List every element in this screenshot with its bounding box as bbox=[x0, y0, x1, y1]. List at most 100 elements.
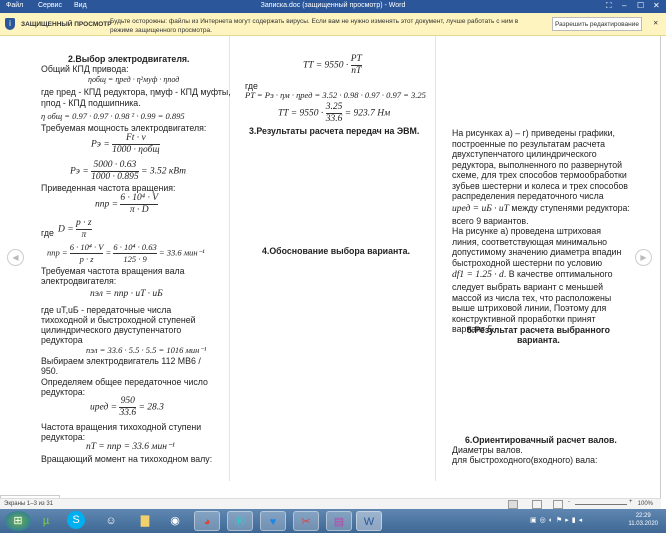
text: ηпод - КПД подшипника. bbox=[41, 98, 141, 108]
minimize-button[interactable]: – bbox=[622, 1, 626, 10]
formula: TT = 9550 · PT nT bbox=[303, 54, 362, 76]
text: электродвигателя: bbox=[41, 276, 117, 286]
steam-icon[interactable]: ◉ bbox=[162, 511, 188, 531]
utorrent-icon[interactable]: µ bbox=[33, 511, 59, 531]
text: Частота вращения тихоходной ступени bbox=[41, 422, 202, 432]
text: цилиндрического двуступенчатого bbox=[41, 325, 182, 335]
app-k-icon[interactable]: Ⓚ bbox=[227, 511, 253, 531]
start-button[interactable]: ⊞ bbox=[5, 511, 31, 531]
formula: ηобщ = ηред · η²муф · ηпод bbox=[88, 75, 180, 84]
skype-icon[interactable]: S bbox=[67, 511, 85, 529]
text: На рисунке а) проведена штриховая bbox=[452, 226, 602, 236]
title-bar: Файл Сервис Вид Записка.doc (защищенный … bbox=[0, 0, 666, 13]
text: Общий КПД привода: bbox=[41, 64, 129, 74]
text: редуктора: bbox=[41, 432, 86, 442]
maximize-button[interactable]: ☐ bbox=[637, 1, 644, 10]
formula: Pэ = Ft · v 1000 · ηобщ bbox=[91, 133, 160, 155]
text: редуктора, выполненного по развернутой bbox=[452, 159, 623, 170]
read-mode-icon[interactable] bbox=[508, 500, 518, 509]
text: uред = uБ · uT между ступенями редуктора… bbox=[452, 202, 630, 214]
heading-4: 4.Обоснование выбора варианта. bbox=[262, 246, 410, 256]
formula: PT = Pэ · ηм · ηред = 3.52 · 0.98 · 0.97… bbox=[245, 90, 426, 100]
chrome-icon[interactable]: ◕ bbox=[194, 511, 220, 531]
formula: nэл = nпр · uT · uБ bbox=[90, 289, 163, 299]
zoom-slider[interactable] bbox=[575, 504, 627, 505]
enable-editing-button[interactable]: Разрешить редактирование bbox=[552, 17, 642, 31]
taskbar: ⊞ µ S ☺ ▇ ◉ ◕ Ⓚ ♥ ✂ ▤ W ▣◎◐⚑▸▮◂ 22:29 11.… bbox=[0, 509, 666, 533]
text: двухступенчатого цилиндрического bbox=[452, 149, 597, 159]
status-bar: Экраны 1–3 из 31 - + 100% bbox=[0, 498, 661, 509]
file-explorer-icon[interactable]: ▇ bbox=[132, 511, 158, 531]
window-title: Записка.doc (защищенный просмотр) - Word bbox=[260, 2, 406, 9]
fullscreen-icon[interactable]: ⛶ bbox=[606, 1, 612, 11]
text: где ηред - КПД редуктора, ηмуф - КПД муф… bbox=[41, 87, 231, 97]
text: схеме, для трех способов термообработки bbox=[452, 170, 627, 180]
close-button[interactable]: ✕ bbox=[653, 1, 660, 10]
page-divider bbox=[229, 36, 230, 481]
text: допустимому значению диаметра впадин bbox=[452, 247, 622, 257]
text: тихоходной и быстроходной ступеней bbox=[41, 315, 196, 325]
text: Требуемая частота вращения вала bbox=[41, 266, 185, 276]
zoom-out-button[interactable]: - bbox=[568, 499, 570, 505]
print-layout-icon[interactable] bbox=[532, 500, 542, 509]
page-divider bbox=[435, 36, 436, 481]
clock[interactable]: 22:29 11.03.2020 bbox=[628, 512, 658, 528]
close-infobar-icon[interactable]: ✕ bbox=[653, 19, 658, 27]
web-layout-icon[interactable] bbox=[553, 500, 563, 509]
date: 11.03.2020 bbox=[628, 521, 658, 527]
text: df1 = 1.25 · d. В качестве оптимального bbox=[452, 269, 613, 280]
zoom-in-button[interactable]: + bbox=[629, 499, 633, 505]
heart-app-icon[interactable]: ♥ bbox=[260, 511, 286, 531]
formula: uред = 950 33.6 = 28.3 bbox=[90, 396, 164, 418]
text: зубьев шестерни и колеса и трех способов bbox=[452, 180, 628, 191]
time: 22:29 bbox=[635, 513, 651, 519]
heading-6: 6.Ориентировачный расчет валов. bbox=[465, 435, 617, 445]
text: редуктора bbox=[41, 335, 83, 345]
discord-icon[interactable]: ☺ bbox=[98, 511, 124, 531]
text: Диаметры валов. bbox=[452, 445, 523, 455]
text: где uT,uБ - передаточные числа bbox=[41, 305, 172, 315]
text: для быстроходного(входного) вала: bbox=[452, 455, 598, 465]
text: 950. bbox=[41, 366, 59, 376]
formula: Pэ = 5000 · 0.63 1000 · 0.895 = 3.52 кВт bbox=[70, 160, 187, 182]
text: выше штриховой линии, Поэтому для bbox=[452, 303, 607, 313]
formula: TT = 9550 · 3.25 33.6 = 923.7 Нм bbox=[278, 102, 391, 124]
text: всего 9 вариантов. bbox=[452, 215, 529, 226]
text: Вращающий момент на тихоходном валу: bbox=[41, 454, 213, 464]
protected-view-message: Будьте осторожны: файлы из Интернета мог… bbox=[110, 18, 519, 34]
text: Требуемая мощность электродвигателя: bbox=[41, 123, 207, 133]
text: конструктивной проработки принят bbox=[452, 313, 596, 324]
formula: nэл = 33.6 · 5.5 · 5.5 = 1016 мин⁻¹ bbox=[86, 345, 207, 355]
protected-view-label: ЗАЩИЩЕННЫЙ ПРОСМОТР bbox=[21, 21, 112, 28]
formula: nT = nпр = 33.6 мин⁻¹ bbox=[86, 442, 175, 452]
document-view[interactable]: ◀ ▶ 2.Выбор электродвигателя. Общий КПД … bbox=[0, 36, 661, 498]
heading-5: 5.Результат расчета выбранного bbox=[467, 325, 610, 335]
text: На рисунках а) – г) приведены графики, bbox=[452, 128, 615, 138]
winrar-icon[interactable]: ▤ bbox=[326, 511, 352, 531]
zoom-level: 100% bbox=[637, 501, 653, 507]
text: Определяем общее передаточное число bbox=[41, 377, 208, 387]
snipping-tool-icon[interactable]: ✂ bbox=[293, 511, 319, 531]
paragraph: На рисунках а) – г) приведены графики, п… bbox=[452, 128, 630, 335]
formula: nпр = 6 · 10⁴ · Vπ · D bbox=[95, 193, 159, 215]
text: следует выбрать вариант с меньшей bbox=[452, 282, 604, 292]
protected-view-bar: i ЗАЩИЩЕННЫЙ ПРОСМОТР Будьте осторожны: … bbox=[0, 13, 666, 36]
text: быстроходной шестерни по условию bbox=[452, 257, 603, 268]
shield-icon: i bbox=[5, 18, 15, 30]
text: массой из числа тех, что расположены bbox=[452, 292, 612, 303]
text: редуктора: bbox=[41, 387, 86, 397]
heading-5-cont: варианта. bbox=[517, 335, 560, 345]
heading-2: 2.Выбор электродвигателя. bbox=[68, 54, 190, 64]
formula: η общ = 0.97 · 0.97 · 0.98 ² · 0.99 = 0.… bbox=[41, 111, 185, 121]
system-tray[interactable]: ▣◎◐⚑▸▮◂ bbox=[530, 516, 585, 524]
page-count: Экраны 1–3 из 31 bbox=[4, 501, 54, 507]
word-icon[interactable]: W bbox=[356, 511, 382, 531]
next-page-icon[interactable]: ▶ bbox=[635, 249, 652, 266]
formula: nпр = 6 · 10⁴ · Vp · z = 6 · 10⁴ · 0.63 1… bbox=[47, 242, 205, 264]
previous-page-icon[interactable]: ◀ bbox=[7, 249, 24, 266]
text: линия, соответствующая минимально bbox=[452, 236, 608, 247]
text: построенные по результатам расчета bbox=[452, 138, 606, 149]
text: где bbox=[41, 228, 54, 238]
heading-3: 3.Результаты расчета передач на ЭВМ. bbox=[249, 126, 420, 136]
text: распределения передаточного числа bbox=[452, 191, 604, 201]
